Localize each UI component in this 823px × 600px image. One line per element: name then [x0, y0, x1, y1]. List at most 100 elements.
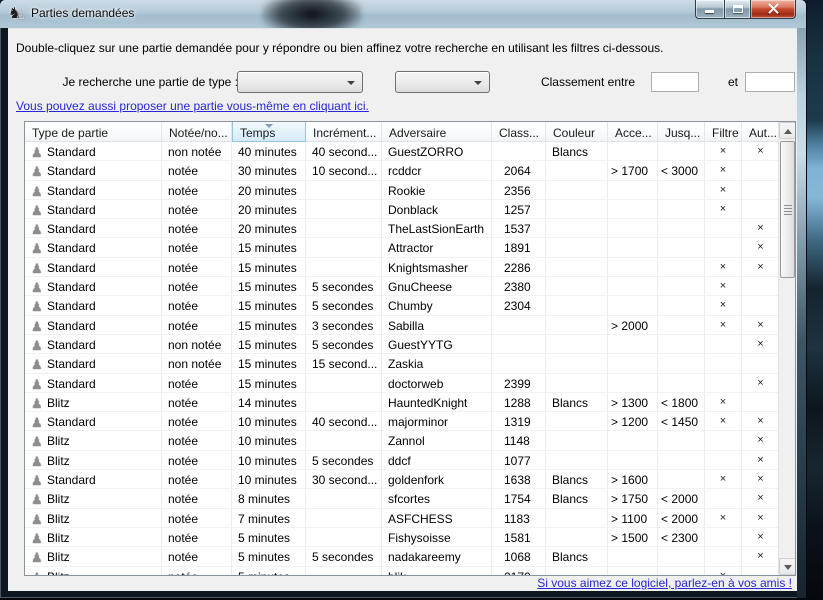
scrollbar-thumb[interactable]	[780, 141, 795, 278]
cell-auto: ×	[742, 316, 780, 335]
cell-opponent: ddcf	[382, 451, 492, 470]
table-row[interactable]: ♟Blitznotée7 minutesASFCHESS1183> 1100< …	[25, 509, 780, 528]
cell-from: > 1700	[608, 161, 658, 180]
cell-filter	[705, 547, 742, 566]
table-row[interactable]: ♟Standardnotée20 minutesRookie2356×	[25, 181, 780, 200]
chess-pawn-icon: ♟	[31, 435, 47, 448]
column-header-6[interactable]: Couleur	[546, 122, 608, 142]
scroll-down-button[interactable]	[779, 558, 796, 575]
game-subtype-select[interactable]	[395, 71, 490, 93]
column-header-8[interactable]: Jusq...	[658, 122, 705, 142]
cell-rating: 2064	[492, 161, 546, 180]
cell-time: 10 minutes	[232, 431, 306, 450]
cell-time: 15 minutes	[232, 258, 306, 277]
cell-to: < 2300	[658, 528, 705, 547]
cell-filter: ×	[705, 161, 742, 180]
chess-pawn-icon: ♟	[31, 416, 47, 429]
cell-rating	[492, 354, 546, 373]
column-header-9[interactable]: Filtre	[705, 122, 742, 142]
cell-increment	[306, 238, 382, 257]
table-row[interactable]: ♟Standardnon notée15 minutes5 secondesGu…	[25, 335, 780, 354]
chess-pawn-icon: ♟	[31, 455, 47, 468]
rating-max-input[interactable]	[745, 72, 795, 92]
cell-rated: notée	[162, 219, 232, 238]
table-row[interactable]: ♟Standardnon notée15 minutes15 second...…	[25, 354, 780, 373]
table-row[interactable]: ♟Blitznotée10 minutesZannol1148×	[25, 431, 780, 450]
sort-desc-icon	[265, 124, 273, 128]
table-row[interactable]: ♟Blitznotée8 minutessfcortes1754Blancs> …	[25, 489, 780, 508]
cell-to	[658, 200, 705, 219]
column-header-5[interactable]: Class...	[492, 122, 546, 142]
vertical-scrollbar[interactable]	[778, 122, 795, 575]
cell-opponent: Knightsmasher	[382, 258, 492, 277]
share-software-link[interactable]: Si vous aimez ce logiciel, parlez-en à v…	[537, 576, 792, 590]
table-row[interactable]: ♟Standardnotée15 minutesKnightsmasher228…	[25, 258, 780, 277]
wallpaper-shadow	[262, 0, 362, 28]
cell-type: ♟Standard	[25, 238, 162, 257]
cell-color	[546, 431, 608, 450]
column-header-3[interactable]: Incrément...	[306, 122, 382, 142]
cell-auto: ×	[742, 219, 780, 238]
cell-to: < 1800	[658, 393, 705, 412]
cell-filter	[705, 354, 742, 373]
table-row[interactable]: ♟Standardnotée10 minutes40 second...majo…	[25, 412, 780, 431]
column-header-2[interactable]: Temps	[232, 122, 306, 142]
table-row[interactable]: ♟Standardnotée10 minutes30 second...gold…	[25, 470, 780, 489]
table-row[interactable]: ♟Blitznotée5 minutesblik2170×	[25, 567, 780, 576]
maximize-button[interactable]	[724, 0, 751, 19]
cell-rated: notée	[162, 161, 232, 180]
cell-from	[608, 258, 658, 277]
chess-pawn-icon: ♟	[31, 223, 47, 236]
column-header-0[interactable]: Type de partie	[25, 122, 162, 142]
cell-type: ♟Standard	[25, 354, 162, 373]
column-header-4[interactable]: Adversaire	[382, 122, 492, 142]
cell-opponent: blik	[382, 567, 492, 576]
close-button[interactable]	[751, 0, 796, 19]
cell-rated: notée	[162, 547, 232, 566]
cell-color	[546, 316, 608, 335]
table-row[interactable]: ♟Blitznotée5 minutes5 secondesnadakareem…	[25, 547, 780, 566]
cell-rated: non notée	[162, 354, 232, 373]
cell-time: 15 minutes	[232, 335, 306, 354]
cell-rating: 2304	[492, 296, 546, 315]
cell-filter	[705, 219, 742, 238]
cell-opponent: Attractor	[382, 238, 492, 257]
minimize-button[interactable]	[695, 0, 724, 19]
scroll-up-button[interactable]	[779, 122, 796, 139]
rating-min-input[interactable]	[651, 72, 699, 92]
cell-auto	[742, 200, 780, 219]
table-row[interactable]: ♟Blitznotée10 minutes5 secondesddcf1077×	[25, 451, 780, 470]
table-row[interactable]: ♟Standardnotée20 minutesTheLastSionEarth…	[25, 219, 780, 238]
table-row[interactable]: ♟Blitznotée14 minutesHauntedKnight1288Bl…	[25, 393, 780, 412]
cell-increment: 5 secondes	[306, 335, 382, 354]
cell-color: Blancs	[546, 470, 608, 489]
table-row[interactable]: ♟Standardnotée15 minutesdoctorweb2399×	[25, 374, 780, 393]
cell-from	[608, 431, 658, 450]
scroll-up-icon	[784, 129, 792, 134]
table-row[interactable]: ♟Standardnon notée40 minutes40 second...…	[25, 142, 780, 161]
cell-opponent: Zaskia	[382, 354, 492, 373]
cell-filter	[705, 528, 742, 547]
table-row[interactable]: ♟Standardnotée15 minutes5 secondesChumby…	[25, 296, 780, 315]
cell-from	[608, 335, 658, 354]
table-row[interactable]: ♟Standardnotée15 minutes3 secondesSabill…	[25, 316, 780, 335]
table-row[interactable]: ♟Standardnotée15 minutesAttractor1891×	[25, 238, 780, 257]
table-row[interactable]: ♟Standardnotée20 minutesDonblack1257×	[25, 200, 780, 219]
propose-game-link[interactable]: Vous pouvez aussi proposer une partie vo…	[16, 99, 369, 113]
column-header-10[interactable]: Aut...	[742, 122, 780, 142]
table-row[interactable]: ♟Standardnotée15 minutes5 secondesGnuChe…	[25, 277, 780, 296]
titlebar[interactable]: ♞ ♙ Parties demandées	[0, 0, 806, 28]
cell-filter	[705, 489, 742, 508]
cell-from	[608, 200, 658, 219]
table-row[interactable]: ♟Standardnotée30 minutes10 second...rcdd…	[25, 161, 780, 180]
game-type-select[interactable]	[237, 71, 363, 93]
cell-color	[546, 374, 608, 393]
cell-from: > 1500	[608, 528, 658, 547]
window-frame	[797, 28, 806, 598]
cell-type: ♟Standard	[25, 412, 162, 431]
column-header-1[interactable]: Notée/no...	[162, 122, 232, 142]
cell-from	[608, 296, 658, 315]
cell-from	[608, 567, 658, 576]
table-row[interactable]: ♟Blitznotée5 minutesFishysoisse1581> 150…	[25, 528, 780, 547]
column-header-7[interactable]: Acce...	[608, 122, 658, 142]
